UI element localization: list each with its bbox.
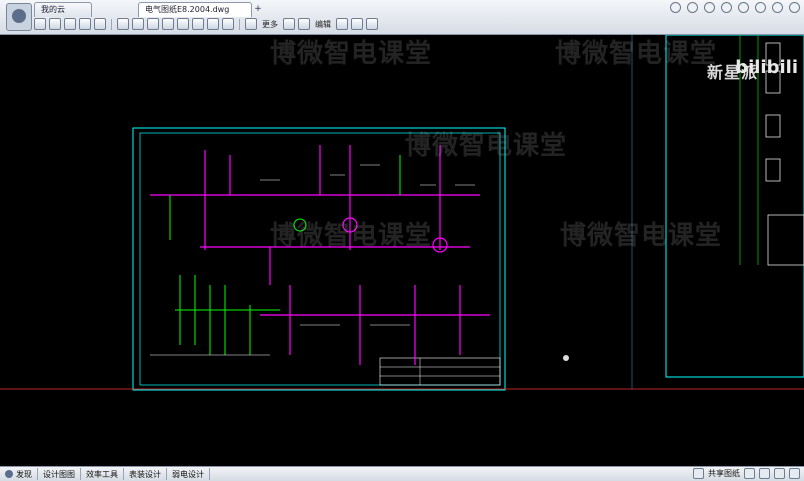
- course-watermark: 博微智电课堂: [560, 221, 723, 251]
- toolbar-divider: [111, 18, 112, 30]
- status-item-design-drawings[interactable]: 设计图图: [38, 468, 81, 480]
- toolbar-divider: [239, 18, 240, 30]
- app-logo[interactable]: [6, 3, 32, 31]
- pdf-icon[interactable]: [94, 18, 106, 30]
- title-bar: 我的云 电气图纸E8.2004.dwg + 更多 编辑: [0, 0, 804, 35]
- fullscreen-icon[interactable]: [336, 18, 348, 30]
- highlight-icon[interactable]: [366, 18, 378, 30]
- pan-icon[interactable]: [177, 18, 189, 30]
- edit-icon[interactable]: [298, 18, 310, 30]
- new-tab-button[interactable]: +: [252, 4, 264, 14]
- discover-icon: [5, 470, 13, 478]
- layer-icon[interactable]: [245, 18, 257, 30]
- save-icon[interactable]: [49, 18, 61, 30]
- status-item-low-voltage-design[interactable]: 弱电设计: [167, 468, 210, 480]
- user-icon[interactable]: [687, 2, 698, 13]
- status-item-discover[interactable]: 发现: [0, 468, 38, 480]
- layout-icon[interactable]: [774, 468, 785, 479]
- zoom-in-icon[interactable]: [147, 18, 159, 30]
- status-item-label: 发现: [16, 469, 32, 479]
- tab-document[interactable]: 电气图纸E8.2004.dwg: [138, 2, 252, 17]
- open-icon[interactable]: [34, 18, 46, 30]
- headset-icon[interactable]: [704, 2, 715, 13]
- gear-icon[interactable]: [738, 2, 749, 13]
- tab-document-label: 电气图纸E8.2004.dwg: [145, 5, 230, 14]
- status-bar: 发现 设计图图 效率工具 表装设计 弱电设计 共享图纸: [0, 466, 804, 481]
- course-watermark: 博微智电课堂: [405, 131, 568, 161]
- zoom-window-icon[interactable]: [132, 18, 144, 30]
- window-controls: [670, 2, 800, 13]
- refresh-icon[interactable]: [117, 18, 129, 30]
- measure-icon[interactable]: [192, 18, 204, 30]
- export-icon[interactable]: [79, 18, 91, 30]
- course-watermark: 博微智电课堂: [270, 39, 433, 69]
- share-drawings-button[interactable]: 共享图纸: [708, 468, 740, 479]
- status-item-label: 弱电设计: [172, 469, 204, 479]
- close-icon[interactable]: [789, 2, 800, 13]
- status-item-label: 效率工具: [86, 469, 118, 479]
- status-item-label: 表装设计: [129, 469, 161, 479]
- snap-icon[interactable]: [759, 468, 770, 479]
- share-icon[interactable]: [693, 468, 704, 479]
- tab-home-label: 我的云: [41, 5, 65, 14]
- course-watermark: 博微智电课堂: [555, 39, 718, 69]
- mail-icon[interactable]: [721, 2, 732, 13]
- platform-watermark: bilibili: [735, 57, 798, 78]
- more-button[interactable]: 更多: [260, 19, 280, 30]
- redo-icon[interactable]: [222, 18, 234, 30]
- status-item-installation-design[interactable]: 表装设计: [124, 468, 167, 480]
- tab-home[interactable]: 我的云: [34, 2, 92, 17]
- undo-icon[interactable]: [207, 18, 219, 30]
- status-right-group: 共享图纸: [693, 468, 800, 479]
- status-item-efficiency-tools[interactable]: 效率工具: [81, 468, 124, 480]
- course-watermark: 博微智电课堂: [270, 221, 433, 251]
- grid-icon[interactable]: [744, 468, 755, 479]
- cloud-logo-icon: [12, 9, 26, 23]
- minimize-icon[interactable]: [755, 2, 766, 13]
- edit-button[interactable]: 编辑: [313, 19, 333, 30]
- status-item-label: 设计图图: [43, 469, 75, 479]
- print-icon[interactable]: [64, 18, 76, 30]
- zoom-out-icon[interactable]: [162, 18, 174, 30]
- help-icon[interactable]: [789, 468, 800, 479]
- close-view-icon[interactable]: [351, 18, 363, 30]
- cloud-icon[interactable]: [670, 2, 681, 13]
- toolbar: 更多 编辑: [34, 17, 378, 31]
- maximize-icon[interactable]: [772, 2, 783, 13]
- settings-icon[interactable]: [283, 18, 295, 30]
- drawing-canvas[interactable]: 博微智电课堂 博微智电课堂 博微智电课堂 博微智电课堂 博微智电课堂 新星派 b…: [0, 35, 804, 466]
